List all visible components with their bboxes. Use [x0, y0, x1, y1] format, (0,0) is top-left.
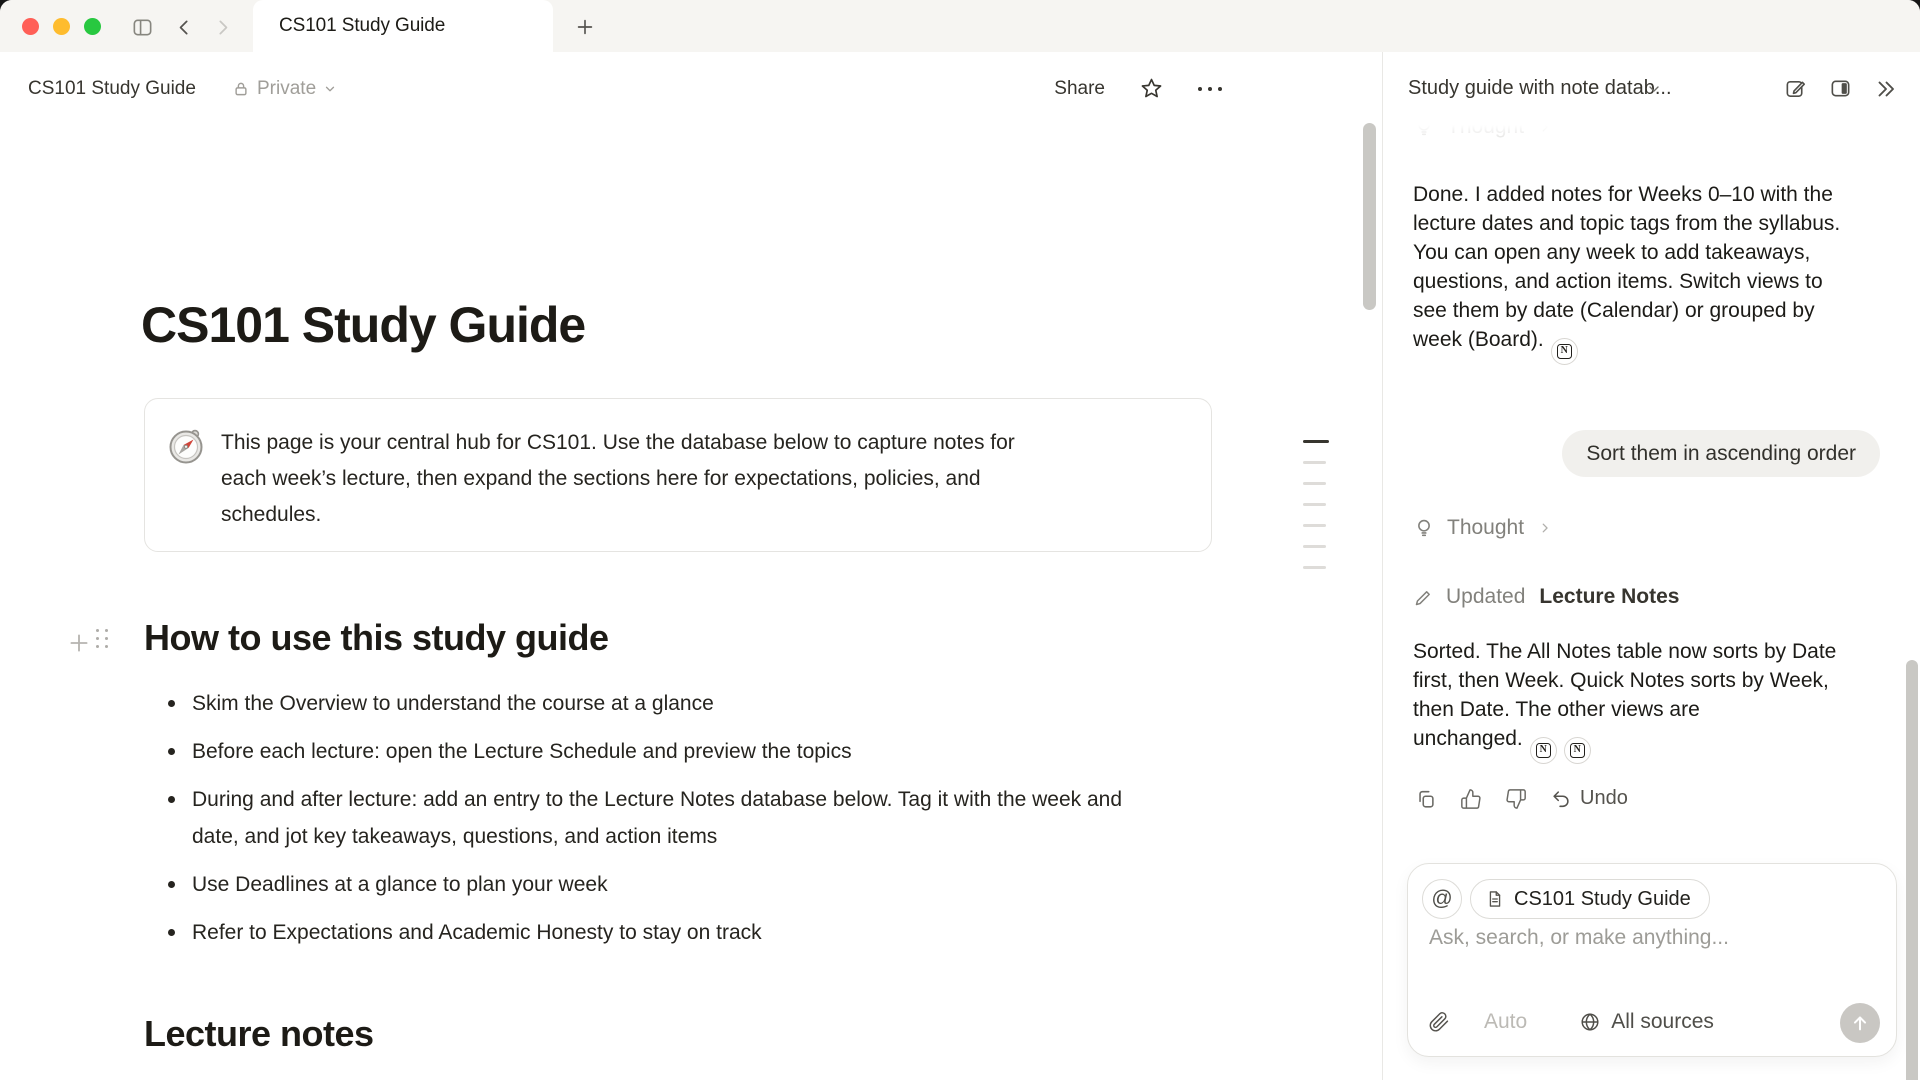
- arrow-up-icon: [1849, 1012, 1871, 1034]
- section-heading-lecture-notes[interactable]: Lecture notes: [144, 1012, 374, 1056]
- scroll-fade: [1383, 125, 1899, 151]
- compass-icon: [167, 425, 209, 467]
- collapse-sidebar-icon[interactable]: [1874, 77, 1898, 101]
- section-heading-how-to-use[interactable]: How to use this study guide: [144, 616, 609, 660]
- new-chat-icon[interactable]: [1784, 77, 1807, 100]
- share-button[interactable]: Share: [1054, 78, 1105, 100]
- toc-dash[interactable]: [1303, 503, 1326, 506]
- new-tab-icon[interactable]: [572, 15, 598, 39]
- tab-cs101-study-guide[interactable]: CS101 Study Guide: [253, 0, 553, 52]
- list-item[interactable]: Skim the Overview to understand the cour…: [166, 685, 1166, 722]
- notion-source-badge[interactable]: N: [1564, 737, 1591, 764]
- assistant-message: Sorted. The All Notes table now sorts by…: [1413, 637, 1891, 753]
- page-title[interactable]: CS101 Study Guide: [141, 295, 585, 355]
- toc-dash[interactable]: [1303, 545, 1326, 548]
- mention-button[interactable]: @: [1422, 879, 1462, 919]
- toggle-sidebar-icon[interactable]: [129, 15, 155, 39]
- breadcrumb[interactable]: CS101 Study Guide: [28, 52, 196, 125]
- tab-title: CS101 Study Guide: [279, 15, 445, 37]
- user-message-bubble: Sort them in ascending order: [1562, 430, 1880, 477]
- close-window-button[interactable]: [22, 18, 39, 35]
- chat-composer: @ CS101 Study Guide Auto: [1407, 863, 1897, 1057]
- undo-icon: [1550, 788, 1572, 810]
- list-item[interactable]: Before each lecture: open the Lecture Sc…: [166, 733, 1166, 770]
- sidebar-scrollbar[interactable]: [1906, 660, 1918, 1080]
- lightbulb-icon: [1413, 517, 1435, 539]
- document-area: CS101 Study Guide This page is your cent…: [0, 125, 1382, 1080]
- send-button[interactable]: [1840, 1003, 1880, 1043]
- bullet-list: Skim the Overview to understand the cour…: [166, 685, 1166, 962]
- callout-block[interactable]: This page is your central hub for CS101.…: [144, 398, 1212, 552]
- drag-handle-icon[interactable]: [96, 629, 108, 648]
- privacy-label: Private: [257, 78, 316, 100]
- message-actions: Undo: [1415, 787, 1628, 810]
- toc-dash[interactable]: [1303, 566, 1326, 569]
- attach-file-icon[interactable]: [1428, 1011, 1450, 1033]
- window-tab-bar: CS101 Study Guide: [0, 0, 1920, 52]
- notion-window: CS101 Study Guide CS101 Study Guide Priv…: [0, 0, 1920, 1080]
- open-in-side-peek-icon[interactable]: [1829, 77, 1852, 100]
- thumbs-down-icon[interactable]: [1505, 788, 1527, 810]
- thumbs-up-icon[interactable]: [1460, 788, 1482, 810]
- list-item[interactable]: During and after lecture: add an entry t…: [166, 781, 1166, 855]
- main-scrollbar[interactable]: [1363, 123, 1376, 310]
- toc-dash[interactable]: [1303, 461, 1326, 464]
- context-chip[interactable]: CS101 Study Guide: [1470, 879, 1710, 919]
- zoom-window-button[interactable]: [84, 18, 101, 35]
- toc-dash[interactable]: [1303, 482, 1326, 485]
- add-block-icon[interactable]: [66, 630, 92, 656]
- forward-icon[interactable]: [209, 15, 235, 39]
- privacy-control[interactable]: Private: [232, 52, 337, 125]
- callout-text: This page is your central hub for CS101.…: [221, 425, 1133, 551]
- ai-sidebar: Study guide with note datab...: [1383, 52, 1920, 1080]
- toc-dash-active[interactable]: [1303, 440, 1329, 443]
- page-toolbar: CS101 Study Guide Private Share: [0, 52, 1382, 125]
- edit-pencil-icon: [1413, 587, 1434, 608]
- notion-source-badge[interactable]: N: [1551, 338, 1578, 365]
- lock-icon: [232, 80, 250, 98]
- model-auto-label[interactable]: Auto: [1484, 1010, 1527, 1034]
- chat-input[interactable]: [1429, 926, 1859, 950]
- globe-icon: [1579, 1011, 1601, 1033]
- list-item[interactable]: Use Deadlines at a glance to plan your w…: [166, 866, 1166, 903]
- list-item[interactable]: Refer to Expectations and Academic Hones…: [166, 914, 1166, 951]
- page-icon: [1485, 889, 1505, 909]
- sources-selector[interactable]: All sources: [1579, 1010, 1714, 1034]
- outline-indicator[interactable]: [1303, 440, 1329, 587]
- favorite-star-icon[interactable]: [1139, 76, 1164, 101]
- ai-sidebar-header: Study guide with note datab...: [1383, 52, 1920, 125]
- chevron-down-icon: [323, 82, 337, 96]
- chat-title-dropdown[interactable]: Study guide with note datab...: [1408, 77, 1638, 100]
- toc-dash[interactable]: [1303, 524, 1326, 527]
- chevron-right-icon: [1538, 521, 1552, 535]
- minimize-window-button[interactable]: [53, 18, 70, 35]
- notion-source-badge[interactable]: N: [1530, 737, 1557, 764]
- back-icon[interactable]: [171, 15, 197, 39]
- assistant-message: Done. I added notes for Weeks 0–10 with …: [1413, 180, 1891, 354]
- copy-icon[interactable]: [1415, 788, 1437, 810]
- updated-page-row[interactable]: Updated Lecture Notes: [1413, 585, 1679, 609]
- undo-button[interactable]: Undo: [1550, 787, 1628, 810]
- thought-toggle[interactable]: Thought: [1413, 516, 1552, 540]
- chevron-down-icon[interactable]: [1646, 81, 1662, 97]
- more-options-icon[interactable]: [1198, 87, 1222, 91]
